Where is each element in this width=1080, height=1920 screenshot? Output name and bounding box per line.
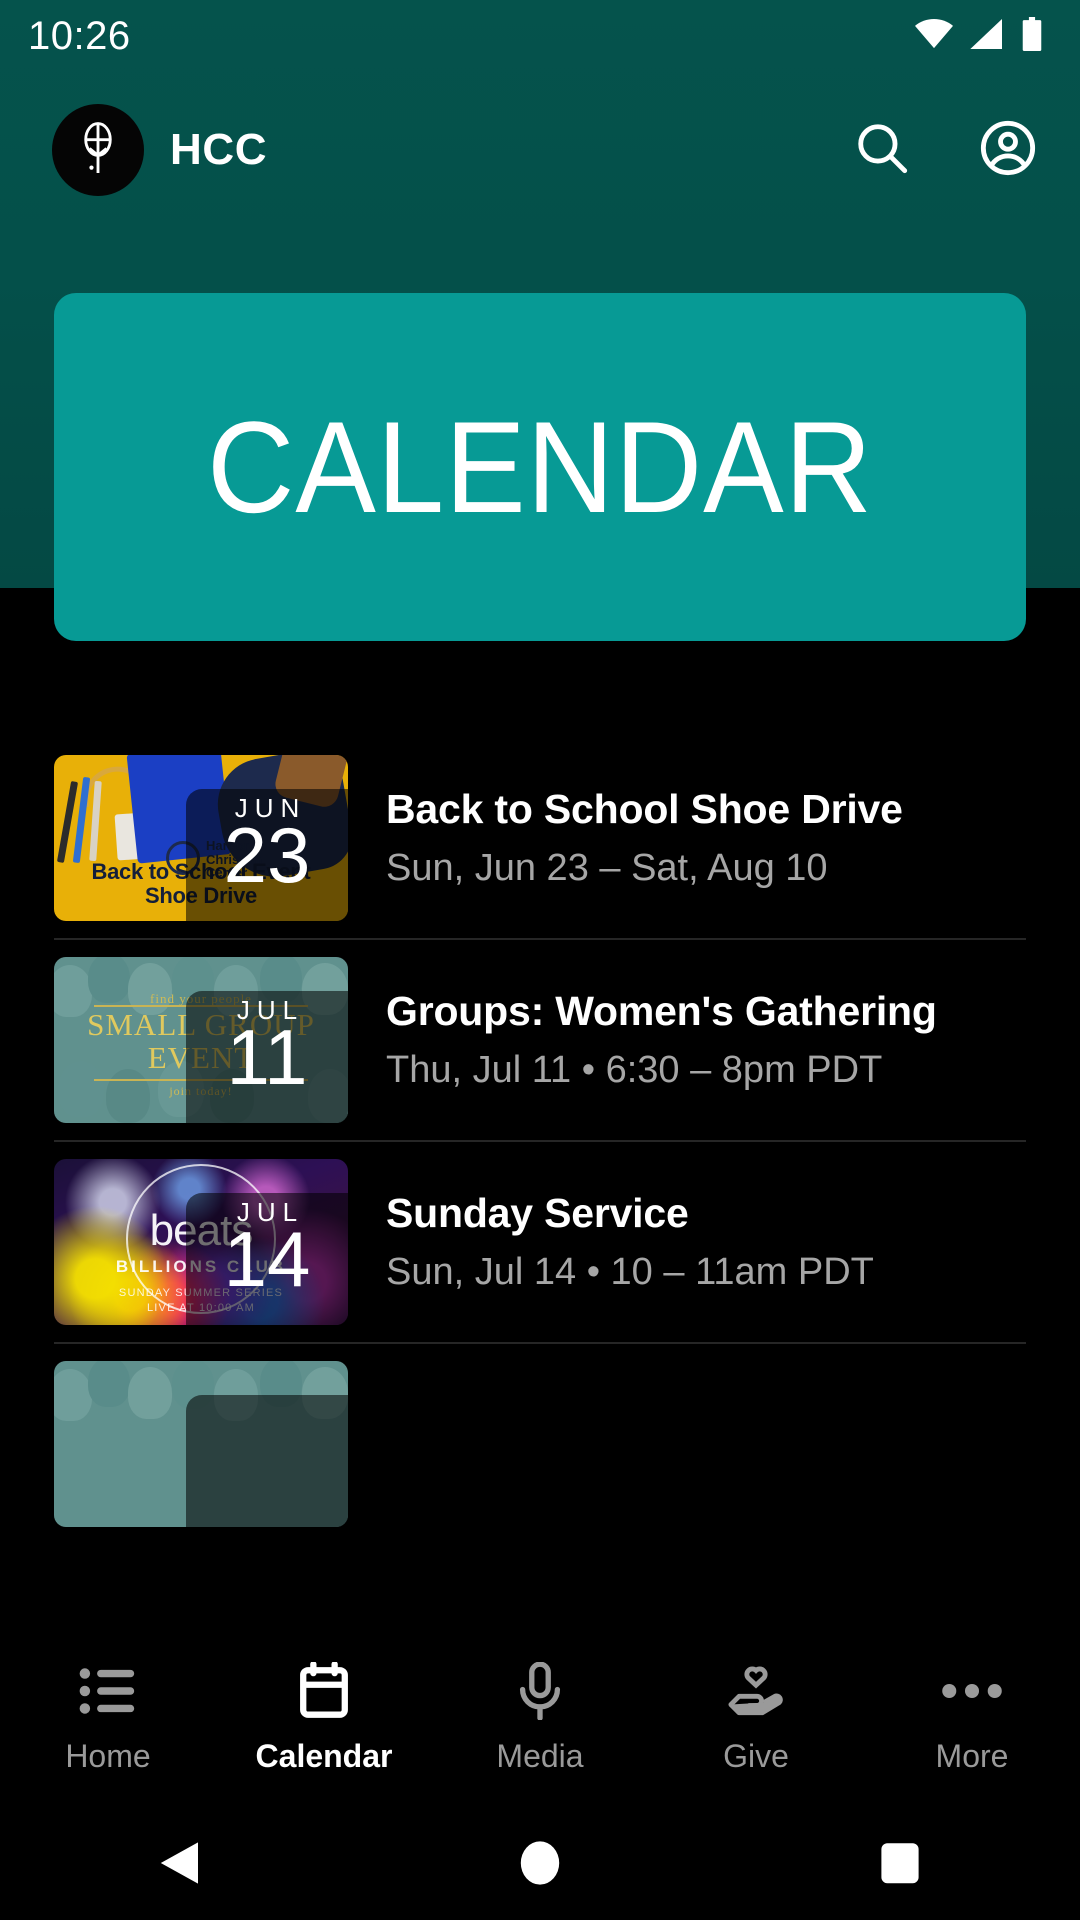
more-horizontal-icon: [941, 1660, 1003, 1722]
nav-label-home: Home: [65, 1738, 151, 1774]
app-bar: HCC: [0, 95, 1080, 205]
app-title: HCC: [170, 125, 268, 174]
event-day: 23: [223, 811, 311, 900]
hand-heart-icon: [727, 1660, 785, 1722]
event-text: Groups: Women's Gathering Thu, Jul 11 • …: [386, 987, 937, 1092]
android-system-navigation: [0, 1810, 1080, 1920]
nav-item-more[interactable]: More: [864, 1660, 1080, 1772]
calendar-banner: CALENDAR: [54, 293, 1026, 641]
event-thumbnail: find your people SMALL GROUPEVENT join t…: [54, 957, 348, 1123]
status-bar-icons: [914, 16, 1044, 56]
event-thumbnail: beats BILLIONS CLUB SUNDAY SUMMER SERIES…: [54, 1159, 348, 1325]
event-date-badge: JUL 14: [186, 1193, 348, 1325]
bottom-navigation: Home Calendar Media Give More: [0, 1622, 1080, 1810]
system-recents-button[interactable]: [840, 1810, 960, 1920]
back-triangle-icon: [158, 1840, 202, 1891]
battery-icon: [1020, 16, 1044, 56]
account-circle-icon: [979, 119, 1037, 182]
system-home-button[interactable]: [480, 1810, 600, 1920]
app-screen: 10:26 HCC CALENDAR Back to Shoe JUN 23 B…: [0, 0, 1080, 1920]
wifi-icon: [914, 18, 954, 54]
church-tree-logo-icon: [52, 104, 144, 196]
event-text: Back to School Shoe Drive Sun, Jun 23 – …: [386, 785, 903, 890]
brand[interactable]: HCC: [52, 104, 267, 196]
search-button[interactable]: [850, 118, 914, 182]
event-subtitle: Sun, Jul 14 • 10 – 11am PDT: [386, 1250, 874, 1293]
nav-label-calendar: Calendar: [255, 1738, 393, 1774]
nav-item-home[interactable]: Home: [0, 1660, 216, 1772]
nav-label-media: Media: [496, 1738, 584, 1774]
nav-item-media[interactable]: Media: [432, 1660, 648, 1772]
event-list-item[interactable]: HarborChristianCenter Back to School Eve…: [0, 738, 1080, 938]
cellular-signal-icon: [968, 18, 1006, 54]
calendar-icon: [296, 1660, 352, 1722]
nav-item-calendar[interactable]: Calendar: [216, 1660, 432, 1772]
event-title: Back to School Shoe Drive: [386, 786, 903, 833]
event-thumbnail: [54, 1361, 348, 1527]
event-thumbnail: HarborChristianCenter Back to School Eve…: [54, 755, 348, 921]
home-circle-icon: [518, 1839, 562, 1892]
banner-title: CALENDAR: [207, 394, 873, 540]
list-icon: [79, 1660, 137, 1722]
event-title: Groups: Women's Gathering: [386, 988, 937, 1035]
microphone-icon: [517, 1660, 563, 1722]
event-date-badge: [186, 1395, 348, 1527]
event-title: Sunday Service: [386, 1190, 689, 1237]
status-bar-clock: 10:26: [28, 14, 131, 58]
event-date-badge: JUL 11: [186, 991, 348, 1123]
event-subtitle: Sun, Jun 23 – Sat, Aug 10: [386, 846, 828, 889]
nav-item-give[interactable]: Give: [648, 1660, 864, 1772]
event-date-badge: JUN 23: [186, 789, 348, 921]
event-list[interactable]: HarborChristianCenter Back to School Eve…: [0, 738, 1080, 1620]
nav-label-more: More: [935, 1738, 1009, 1774]
event-list-item[interactable]: find your people SMALL GROUPEVENT join t…: [0, 940, 1080, 1140]
app-bar-actions: [850, 118, 1040, 182]
system-back-button[interactable]: [120, 1810, 240, 1920]
search-icon: [853, 119, 911, 182]
event-day: 11: [226, 1013, 308, 1102]
event-text: Sunday Service Sun, Jul 14 • 10 – 11am P…: [386, 1189, 874, 1294]
event-list-item[interactable]: beats BILLIONS CLUB SUNDAY SUMMER SERIES…: [0, 1142, 1080, 1342]
account-button[interactable]: [976, 118, 1040, 182]
event-day: 14: [223, 1215, 311, 1304]
recents-square-icon: [879, 1840, 921, 1891]
event-list-item[interactable]: [0, 1344, 1080, 1544]
nav-label-give: Give: [723, 1738, 789, 1774]
event-subtitle: Thu, Jul 11 • 6:30 – 8pm PDT: [386, 1048, 883, 1091]
status-bar: 10:26: [0, 0, 1080, 72]
